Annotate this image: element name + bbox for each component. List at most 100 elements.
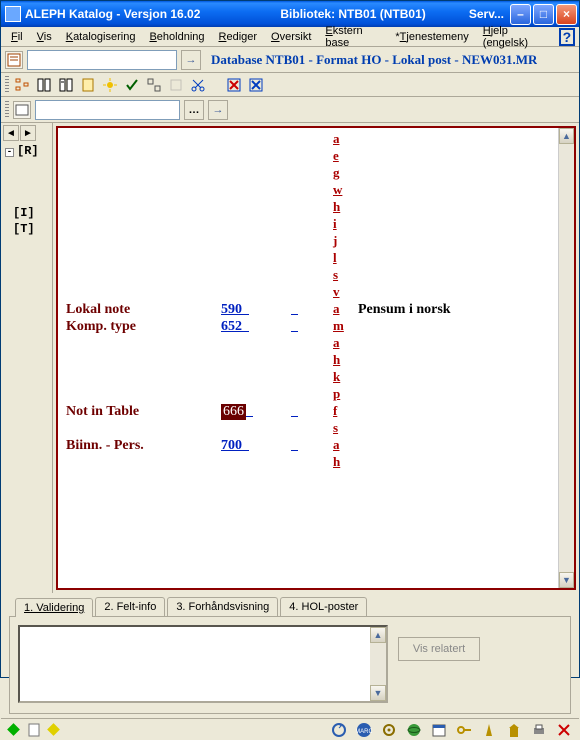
status-green-diamond-icon bbox=[5, 721, 22, 738]
search-go-button[interactable]: → bbox=[181, 50, 201, 70]
status-marc-icon[interactable]: MARC bbox=[353, 721, 375, 738]
subfield-letter-link[interactable]: w bbox=[333, 181, 344, 198]
field-tag[interactable]: 700 bbox=[221, 438, 291, 454]
record-row[interactable]: Not in Table666 bbox=[66, 404, 552, 420]
status-calendar-icon[interactable] bbox=[428, 721, 450, 738]
tree-next-button[interactable]: ► bbox=[20, 125, 36, 141]
status-gear-icon[interactable] bbox=[378, 721, 400, 738]
x-blue-icon[interactable] bbox=[247, 76, 265, 94]
field-tag[interactable]: 590 bbox=[221, 302, 291, 318]
secondary-go-button[interactable]: → bbox=[208, 100, 228, 120]
field-indicator[interactable] bbox=[291, 302, 331, 318]
menubar: Fil Vis Katalogisering Beholdning Redige… bbox=[1, 27, 579, 47]
menu-ekstern[interactable]: Ekstern base bbox=[319, 23, 387, 51]
tab-hol-poster[interactable]: 4. HOL-poster bbox=[280, 597, 367, 616]
tree-prev-button[interactable]: ◄ bbox=[3, 125, 19, 141]
status-print-icon[interactable] bbox=[528, 721, 550, 738]
menu-hjelp[interactable]: Hjelp (engelsk) bbox=[477, 23, 553, 51]
subfield-letter-link[interactable]: v bbox=[333, 283, 344, 300]
field-indicator[interactable] bbox=[291, 319, 331, 335]
field-label: Biinn. - Pers. bbox=[66, 438, 221, 454]
x-red-icon[interactable] bbox=[225, 76, 243, 94]
subfield-letter-link[interactable]: h bbox=[333, 198, 344, 215]
scissors-icon[interactable] bbox=[189, 76, 207, 94]
status-yellow-diamond-icon bbox=[45, 721, 62, 738]
subfield-letter-link[interactable]: h bbox=[333, 351, 344, 368]
record-row[interactable]: Komp. type652 bbox=[66, 319, 552, 335]
field-indicator[interactable] bbox=[291, 404, 331, 420]
subfield-letter-link[interactable]: a bbox=[333, 334, 344, 351]
record-row[interactable]: Biinn. - Pers.700 bbox=[66, 438, 552, 454]
browse-button[interactable]: … bbox=[184, 100, 204, 120]
sun-icon[interactable] bbox=[101, 76, 119, 94]
tree-item-r[interactable]: -[R] bbox=[5, 144, 50, 158]
search-input[interactable] bbox=[27, 50, 177, 70]
tree-item-t[interactable]: [T] bbox=[13, 222, 50, 236]
catalog2-icon[interactable] bbox=[57, 76, 75, 94]
tab-forhandsvisning[interactable]: 3. Forhåndsvisning bbox=[167, 597, 278, 616]
help-icon[interactable]: ? bbox=[559, 28, 575, 46]
check-icon[interactable] bbox=[123, 76, 141, 94]
status-doc-icon[interactable] bbox=[25, 721, 42, 738]
field-indicator[interactable] bbox=[291, 438, 331, 454]
status-tower-icon[interactable] bbox=[478, 721, 500, 738]
vertical-scrollbar[interactable]: ▲ ▼ bbox=[558, 128, 574, 588]
validation-output[interactable]: ▲ ▼ bbox=[18, 625, 388, 703]
field-tag[interactable]: 652 bbox=[221, 319, 291, 335]
card-icon[interactable] bbox=[13, 101, 31, 119]
svg-text:MARC: MARC bbox=[356, 729, 372, 735]
status-refresh-icon[interactable] bbox=[328, 721, 350, 738]
scroll-down-icon[interactable]: ▼ bbox=[559, 572, 574, 588]
menu-katalogisering[interactable]: Katalogisering bbox=[60, 29, 142, 45]
tree-item-i[interactable]: [I] bbox=[13, 206, 50, 220]
vis-relatert-button[interactable]: Vis relatert bbox=[398, 637, 480, 661]
status-building-icon[interactable] bbox=[503, 721, 525, 738]
boxes-icon[interactable] bbox=[145, 76, 163, 94]
scroll-up-icon[interactable]: ▲ bbox=[559, 128, 574, 144]
title-library: Bibliotek: NTB01 (NTB01) bbox=[280, 7, 425, 21]
status-key-icon[interactable] bbox=[453, 721, 475, 738]
menu-tjenestemeny[interactable]: *Tjenestemeny bbox=[389, 29, 474, 45]
subfield-letter-link[interactable]: s bbox=[333, 266, 344, 283]
subfield-letter-link[interactable]: s bbox=[333, 419, 344, 436]
title-server: Serv... bbox=[469, 7, 504, 21]
catalog1-icon[interactable] bbox=[35, 76, 53, 94]
status-globe-icon[interactable] bbox=[403, 721, 425, 738]
output-scrollbar[interactable]: ▲ ▼ bbox=[370, 627, 386, 701]
tab-felt-info[interactable]: 2. Felt-info bbox=[95, 597, 165, 616]
tab-validering[interactable]: 1. Validering bbox=[15, 598, 93, 617]
subfield-letter-link[interactable]: i bbox=[333, 215, 344, 232]
icon-toolbar bbox=[1, 73, 579, 97]
book-icon[interactable] bbox=[5, 51, 23, 69]
minimize-button[interactable]: – bbox=[510, 4, 531, 25]
bottom-tabstrip: 1. Validering 2. Felt-info 3. Forhåndsvi… bbox=[1, 593, 579, 616]
maximize-button[interactable]: □ bbox=[533, 4, 554, 25]
menu-vis[interactable]: Vis bbox=[31, 29, 58, 45]
hierarchy-icon[interactable] bbox=[13, 76, 31, 94]
subfield-letter-link[interactable]: k bbox=[333, 368, 344, 385]
output-scroll-up[interactable]: ▲ bbox=[370, 627, 386, 643]
close-button[interactable]: × bbox=[556, 4, 577, 25]
script-icon[interactable] bbox=[79, 76, 97, 94]
field-tag[interactable]: 666 bbox=[221, 404, 291, 420]
menu-beholdning[interactable]: Beholdning bbox=[143, 29, 210, 45]
secondary-input[interactable] bbox=[35, 100, 180, 120]
subfield-letter-link[interactable]: g bbox=[333, 164, 344, 181]
menu-oversikt[interactable]: Oversikt bbox=[265, 29, 317, 45]
subfield-letter-link[interactable]: p bbox=[333, 385, 344, 402]
subfield-letter-link[interactable]: e bbox=[333, 147, 344, 164]
menu-rediger[interactable]: Rediger bbox=[213, 29, 264, 45]
field-label: Lokal note bbox=[66, 302, 221, 318]
workspace: ◄ ► -[R] [I] [T] aegwhijlsvamahkpfsah Lo… bbox=[1, 123, 579, 593]
toolbar-grip-2 bbox=[5, 101, 9, 119]
disabled-icon bbox=[167, 76, 185, 94]
toolbar-grip bbox=[5, 76, 9, 94]
subfield-letter-link[interactable]: l bbox=[333, 249, 344, 266]
subfield-letter-link[interactable]: a bbox=[333, 130, 344, 147]
field-label: Komp. type bbox=[66, 319, 221, 335]
menu-fil[interactable]: Fil bbox=[5, 29, 29, 45]
subfield-letter-link[interactable]: h bbox=[333, 453, 344, 470]
subfield-letter-link[interactable]: j bbox=[333, 232, 344, 249]
status-close-icon[interactable] bbox=[553, 721, 575, 738]
output-scroll-down[interactable]: ▼ bbox=[370, 685, 386, 701]
